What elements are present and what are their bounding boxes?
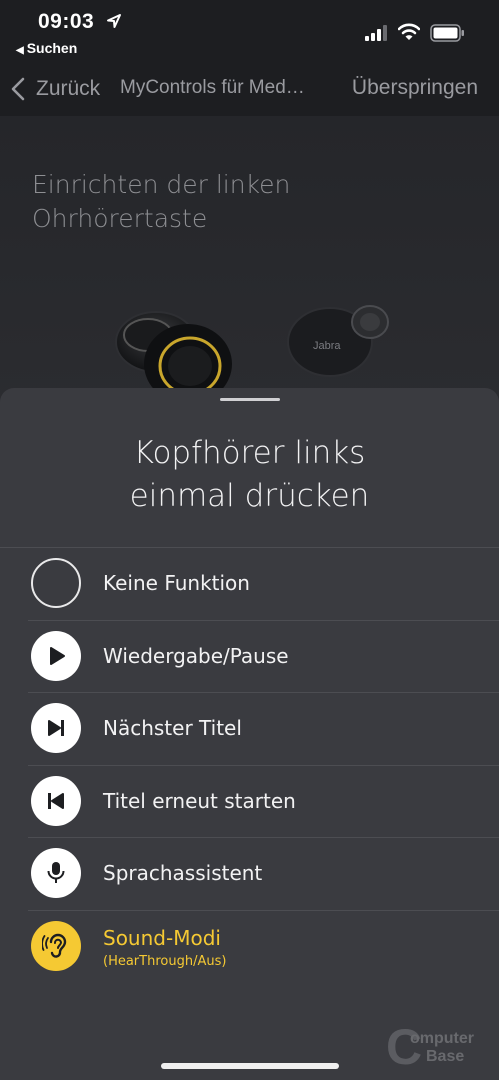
watermark-line1: omputer	[410, 1030, 474, 1047]
ear-icon	[31, 920, 81, 971]
option-sublabel: (HearThrough/Aus)	[103, 953, 227, 969]
sheet-title-line2: einmal drücken	[129, 478, 370, 514]
option-label: Wiedergabe/Pause	[103, 643, 289, 668]
option-keine-funktion[interactable]: Keine Funktion	[0, 547, 499, 620]
earbuds-image: Jabra	[115, 305, 389, 402]
watermark-line2: Base	[426, 1048, 465, 1065]
microphone-icon	[31, 848, 81, 899]
chevron-left-icon	[11, 77, 25, 101]
sheet-title-line1: Kopfhörer links	[133, 435, 366, 471]
option-titel-erneut-starten[interactable]: Titel erneut starten	[0, 764, 499, 838]
divider	[0, 547, 499, 548]
option-label: Keine Funktion	[103, 571, 250, 596]
option-label: Sprachassistent	[103, 861, 263, 886]
option-label: Titel erneut starten	[103, 788, 296, 813]
back-app-label: Suchen	[26, 40, 78, 56]
function-options-list: Keine Funktion Wiedergabe/Pause Nächster…	[0, 547, 499, 982]
divider	[28, 909, 499, 911]
divider	[28, 764, 499, 766]
sheet-title: Kopfhörer links einmal drücken	[0, 432, 499, 518]
status-bar: 09:03 ◀ Suchen	[0, 0, 499, 62]
bottom-sheet: Kopfhörer links einmal drücken Keine Fun…	[0, 388, 499, 1080]
back-triangle-icon: ◀	[16, 45, 24, 56]
background-content: Einrichten der linken Ohrhörertaste Jabr…	[0, 116, 499, 406]
navigation-bar: Zurück MyControls für Med… Überspringen	[0, 62, 499, 116]
option-sound-modi[interactable]: Sound-Modi (HearThrough/Aus)	[0, 909, 499, 983]
home-indicator[interactable]	[161, 1063, 339, 1069]
back-to-app-link[interactable]: ◀ Suchen	[16, 40, 77, 56]
setup-title: Einrichten der linken Ohrhörertaste	[32, 170, 291, 233]
back-button-label: Zurück	[36, 77, 101, 100]
signal-icon	[365, 25, 387, 41]
divider	[28, 837, 499, 838]
location-arrow-icon	[107, 14, 121, 28]
sheet-grabber[interactable]	[220, 398, 280, 401]
wifi-icon	[398, 23, 420, 40]
battery-icon	[430, 24, 464, 42]
skip-button[interactable]: Überspringen	[352, 76, 478, 100]
option-label: Nächster Titel	[103, 716, 242, 741]
divider	[28, 619, 499, 621]
option-naechster-titel[interactable]: Nächster Titel	[0, 692, 499, 765]
play-icon	[31, 630, 81, 681]
empty-circle-icon	[31, 558, 81, 609]
nav-title: MyControls für Med…	[120, 77, 305, 98]
divider	[28, 692, 499, 693]
previous-track-icon	[31, 775, 81, 826]
option-label: Sound-Modi	[103, 925, 221, 950]
back-button[interactable]: Zurück	[10, 75, 100, 103]
status-time: 09:03	[38, 10, 95, 33]
next-track-icon	[31, 703, 81, 754]
svg-text:Jabra: Jabra	[313, 340, 341, 352]
computerbase-watermark: C omputer Base	[386, 1022, 496, 1072]
option-sprachassistent[interactable]: Sprachassistent	[0, 837, 499, 910]
option-wiedergabe-pause[interactable]: Wiedergabe/Pause	[0, 619, 499, 693]
